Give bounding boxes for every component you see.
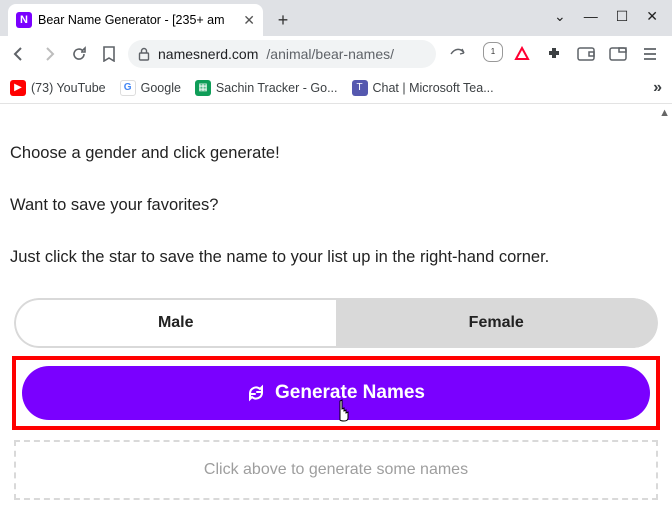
site-favicon: N (16, 12, 32, 28)
browser-toolbar: namesnerd.com/animal/bear-names/ 1 (0, 36, 672, 72)
placeholder-text: Click above to generate some names (204, 458, 468, 481)
share-icon[interactable] (448, 44, 468, 64)
scroll-up-arrow[interactable]: ▲ (659, 106, 670, 122)
window-minimize-icon[interactable]: — (584, 8, 598, 24)
bookmark-label: Google (141, 81, 181, 95)
tab-title: Bear Name Generator - [235+ am (38, 13, 237, 27)
generate-names-button[interactable]: Generate Names (22, 366, 650, 420)
forward-button[interactable] (38, 43, 60, 65)
page-content: ▲ Choose a gender and click generate! Wa… (0, 104, 672, 524)
menu-icon[interactable] (640, 44, 660, 64)
brave-shield-icon[interactable]: 1 (480, 44, 500, 64)
teams-icon: T (352, 80, 368, 96)
sheets-icon: ▦ (195, 80, 211, 96)
gender-toggle: Male Female (14, 298, 658, 348)
window-close-icon[interactable]: ✕ (646, 8, 658, 25)
reload-button[interactable] (68, 43, 90, 65)
annotation-highlight: Generate Names (12, 356, 660, 430)
close-tab-icon[interactable]: ✕ (243, 12, 255, 29)
triangle-icon[interactable] (512, 44, 532, 64)
url-host: namesnerd.com (158, 46, 258, 62)
window-maximize-icon[interactable]: ☐ (616, 8, 629, 25)
lock-icon (138, 47, 150, 61)
back-button[interactable] (8, 43, 30, 65)
bookmark-youtube[interactable]: ▶ (73) YouTube (10, 80, 106, 96)
url-path: /animal/bear-names/ (266, 46, 394, 62)
reading-list-icon[interactable] (608, 44, 628, 64)
youtube-icon: ▶ (10, 80, 26, 96)
extensions-icon[interactable] (544, 44, 564, 64)
generate-button-label: Generate Names (275, 382, 425, 404)
bookmarks-bar: ▶ (73) YouTube G Google ▦ Sachin Tracker… (0, 72, 672, 104)
bookmark-google[interactable]: G Google (120, 80, 181, 96)
gender-option-male[interactable]: Male (14, 298, 337, 348)
browser-tab[interactable]: N Bear Name Generator - [235+ am ✕ (8, 4, 263, 36)
window-dropdown-icon[interactable]: ⌄ (554, 8, 566, 25)
bookmarks-overflow[interactable]: » (653, 79, 662, 97)
window-controls: ⌄ — ☐ ✕ (540, 0, 672, 32)
gender-label: Female (469, 311, 524, 334)
google-icon: G (120, 80, 136, 96)
bookmark-button[interactable] (98, 43, 120, 65)
bookmark-sheets[interactable]: ▦ Sachin Tracker - Go... (195, 80, 338, 96)
address-bar[interactable]: namesnerd.com/animal/bear-names/ (128, 40, 436, 68)
results-placeholder: Click above to generate some names (14, 440, 658, 500)
intro-text-3: Just click the star to save the name to … (10, 246, 662, 270)
wallet-icon[interactable] (576, 44, 596, 64)
intro-text-2: Want to save your favorites? (10, 194, 662, 218)
gender-label: Male (158, 311, 194, 334)
bookmark-label: Sachin Tracker - Go... (216, 81, 338, 95)
intro-text-1: Choose a gender and click generate! (10, 142, 662, 166)
bookmark-label: Chat | Microsoft Tea... (373, 81, 494, 95)
bookmark-teams[interactable]: T Chat | Microsoft Tea... (352, 80, 494, 96)
new-tab-button[interactable]: + (269, 6, 297, 34)
bookmark-label: (73) YouTube (31, 81, 106, 95)
refresh-icon (247, 384, 265, 402)
gender-option-female[interactable]: Female (337, 298, 659, 348)
titlebar: N Bear Name Generator - [235+ am ✕ + ⌄ —… (0, 0, 672, 36)
